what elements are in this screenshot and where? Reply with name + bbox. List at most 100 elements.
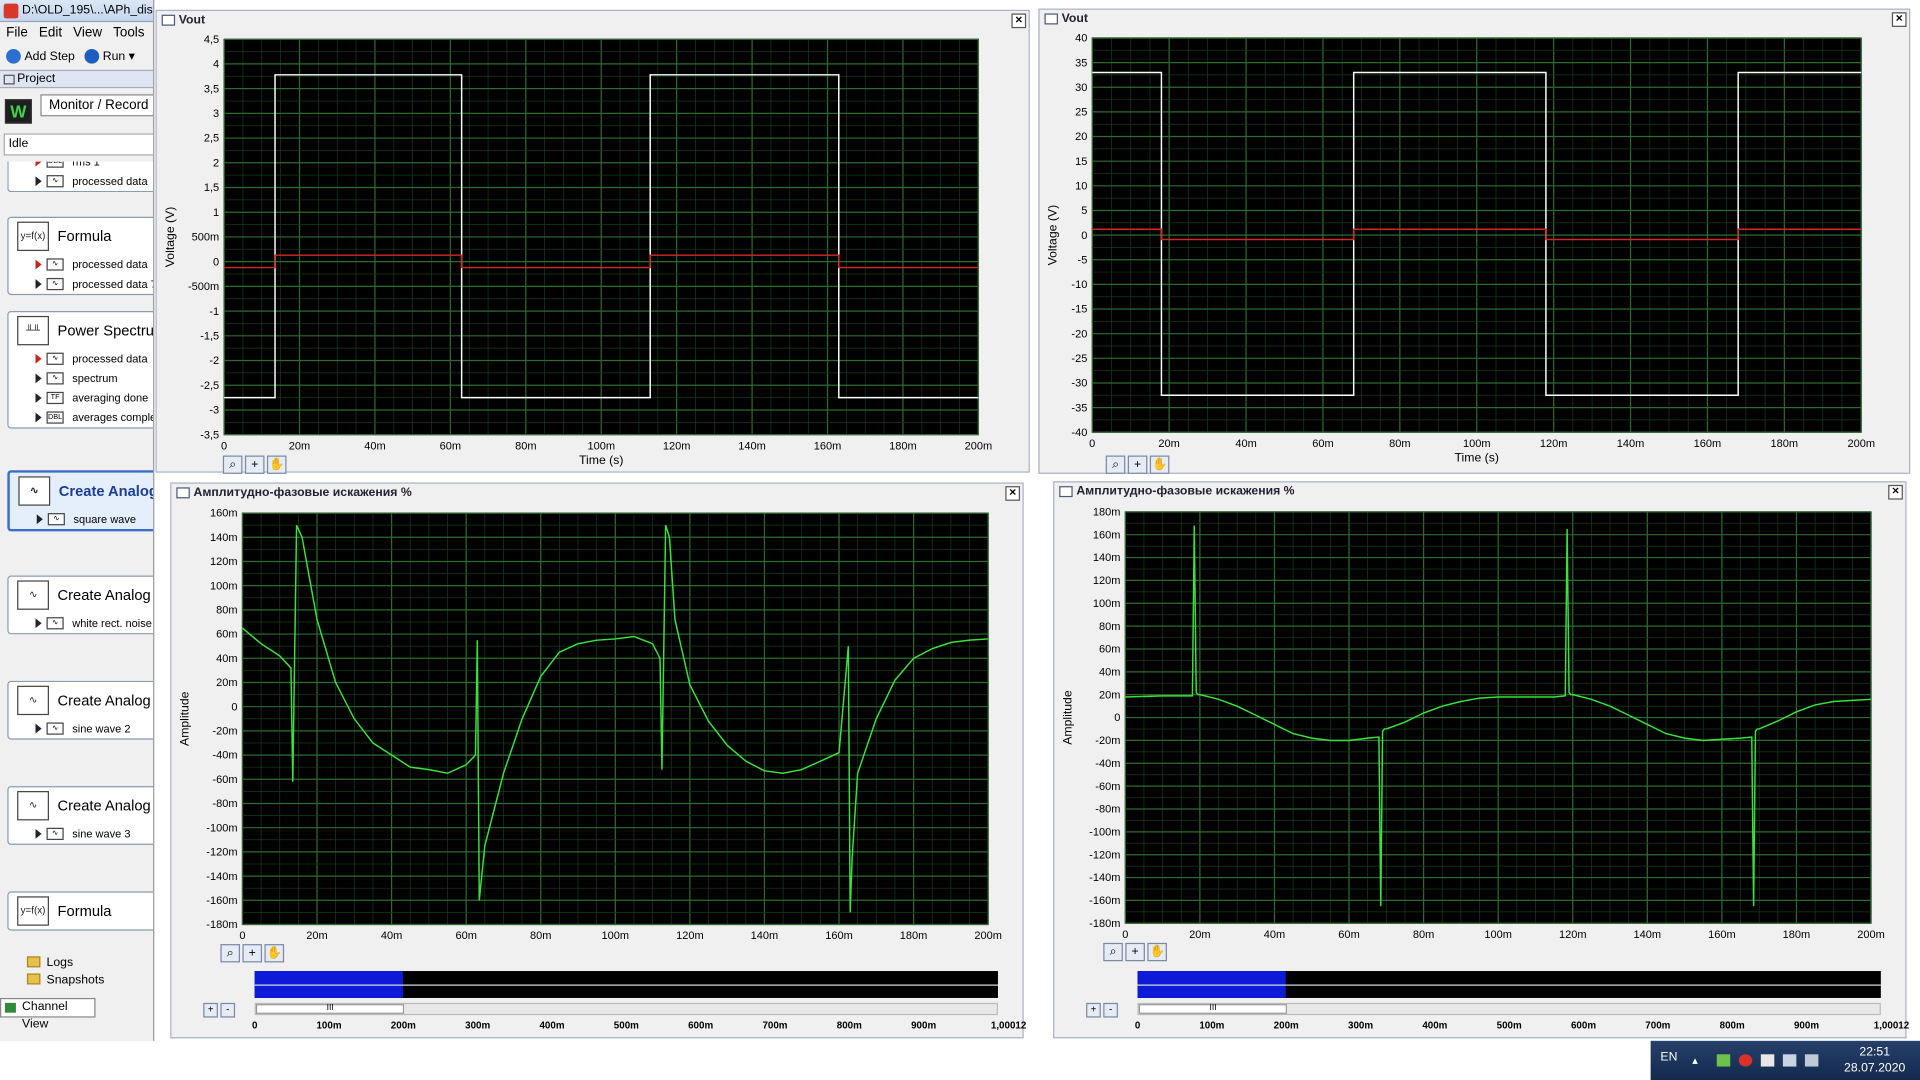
panel-header[interactable]: Амплитудно-фазовые искажения % ×: [171, 484, 1022, 504]
step-header[interactable]: ╨╨ Power Spectrum: [9, 312, 153, 349]
zoom-icon[interactable]: ⌕: [222, 455, 243, 474]
step-header[interactable]: y=f(x) Formula: [9, 218, 153, 255]
step-io-row[interactable]: ∿ sine wave 3: [9, 824, 153, 844]
window-titlebar[interactable]: D:\OLD_195\...\APh_dist: [0, 0, 154, 23]
volume-muted-icon[interactable]: [1804, 1054, 1819, 1067]
close-icon[interactable]: ×: [1891, 12, 1907, 27]
network-icon[interactable]: [1782, 1054, 1797, 1067]
scroll-thumb[interactable]: III: [255, 1004, 405, 1014]
overview-scrollbar[interactable]: III: [1137, 1002, 1881, 1016]
cursor-crosshair-icon[interactable]: +: [1127, 455, 1148, 474]
run-button[interactable]: Run: [103, 50, 125, 63]
panel-header[interactable]: Амплитудно-фазовые искажения % ×: [1054, 482, 1905, 502]
step-io-row[interactable]: ∿ processed data 7: [9, 274, 153, 294]
step-4[interactable]: ∿ Create Analog S ∿ white rect. noise: [7, 575, 154, 635]
add-step-button[interactable]: Add Step: [24, 50, 74, 63]
step-3[interactable]: ∿ Create Analog ∿ square wave: [7, 470, 154, 532]
clock[interactable]: 22:51 28.07.2020: [1832, 1044, 1918, 1076]
zoom-icon[interactable]: ⌕: [1105, 455, 1126, 474]
distortion-graph[interactable]: 0 20m 40m 60m 80m 100m 120m 140m 160m 180m 200m 180…: [1054, 503, 1907, 951]
menu-view[interactable]: View: [73, 26, 102, 41]
io-arrow-icon[interactable]: [35, 618, 42, 629]
io-arrow-icon[interactable]: [35, 353, 42, 364]
step-io-row[interactable]: ∿ processed data: [9, 349, 153, 369]
step-1[interactable]: y=f(x) Formula ∿ processed data ∿ processed d…: [7, 216, 154, 296]
logs-item[interactable]: Logs: [26, 956, 73, 970]
y-tick-label: -20m: [1095, 735, 1120, 747]
step-2[interactable]: ╨╨ Power Spectrum ∿ processed data ∿ spectrum…: [7, 311, 154, 429]
monitor-record-select[interactable]: Monitor / Record: [40, 94, 154, 117]
close-icon[interactable]: ×: [1888, 484, 1903, 500]
step-io-row[interactable]: ∿ processed data: [9, 171, 153, 191]
step-header[interactable]: ∿ Create Analog S: [9, 787, 153, 824]
zoom-icon[interactable]: ⌕: [1103, 942, 1123, 962]
vout-graph[interactable]: 0 20m 40m 60m 80m 100m 120m 140m 160m 180m 200m 4,5…: [157, 32, 1031, 474]
pan-hand-icon[interactable]: ✋: [1147, 942, 1167, 962]
pan-hand-icon[interactable]: ✋: [264, 944, 285, 963]
nvidia-icon[interactable]: [1716, 1054, 1731, 1067]
io-arrow-icon[interactable]: [35, 279, 42, 289]
zoom-out-icon[interactable]: -: [220, 1002, 236, 1018]
io-arrow-icon[interactable]: [35, 161, 42, 167]
panel-header[interactable]: Vout ×: [157, 11, 1029, 31]
x-tick-label: 180m: [1771, 438, 1799, 450]
step-io-row[interactable]: ∿ processed data: [9, 255, 153, 275]
io-arrow-icon[interactable]: [35, 828, 42, 839]
scroll-thumb[interactable]: III: [1138, 1004, 1288, 1014]
flag-icon[interactable]: [1760, 1054, 1775, 1067]
tray-expand-icon[interactable]: ▴: [1692, 1054, 1705, 1066]
step-0[interactable]: DBL rms 1 ∿ processed data: [7, 161, 154, 193]
step-header[interactable]: ∿ Create Analog S: [9, 577, 153, 614]
io-arrow-icon[interactable]: [35, 723, 42, 734]
project-header[interactable]: Project: [0, 69, 154, 89]
step-io-row[interactable]: DBL rms 1: [9, 161, 153, 172]
close-icon[interactable]: ×: [1005, 486, 1021, 501]
channel-view-tab[interactable]: Channel View: [0, 997, 96, 1031]
io-arrow-icon[interactable]: [35, 176, 42, 187]
step-6[interactable]: ∿ Create Analog S ∿ sine wave 3: [7, 786, 154, 845]
panel-header[interactable]: Vout ×: [1040, 10, 1909, 30]
step-io-row[interactable]: TF averaging done: [9, 388, 153, 408]
io-arrow-icon[interactable]: [35, 373, 42, 384]
close-icon[interactable]: ×: [1011, 13, 1027, 29]
step-7[interactable]: y=f(x) Formula: [7, 891, 154, 931]
x-axis-label: Time (s): [1455, 451, 1499, 465]
step-io-row[interactable]: DBL averages completed: [9, 408, 153, 428]
y-tick-label: 0: [1081, 230, 1087, 242]
zoom-out-icon[interactable]: -: [1103, 1002, 1118, 1018]
overview-bar[interactable]: [254, 971, 998, 998]
step-header[interactable]: y=f(x) Formula: [9, 893, 153, 930]
step-header[interactable]: ∿ Create Analog: [10, 473, 153, 510]
overview-bar[interactable]: [1137, 971, 1881, 998]
io-arrow-icon[interactable]: [35, 259, 42, 270]
menu-tools[interactable]: Tools: [113, 26, 144, 41]
snapshots-item[interactable]: Snapshots: [26, 973, 104, 987]
distortion-graph[interactable]: 0 20m 40m 60m 80m 100m 120m 140m 160m 180m 200m 160…: [171, 504, 1024, 952]
step-header[interactable]: ∿ Create Analog S: [9, 682, 153, 719]
pan-hand-icon[interactable]: ✋: [1149, 455, 1170, 474]
step-io-row[interactable]: ∿ sine wave 2: [9, 719, 153, 739]
cursor-crosshair-icon[interactable]: +: [242, 944, 263, 963]
menu-edit[interactable]: Edit: [39, 26, 62, 41]
cursor-crosshair-icon[interactable]: +: [244, 455, 265, 474]
zoom-icon[interactable]: ⌕: [220, 944, 241, 963]
vout-graph[interactable]: 0 20m 40m 60m 80m 100m 120m 140m 160m 180m 200m 40 3…: [1040, 31, 1912, 475]
overview-strip: + - III 0 100m 200m 300m 400m 500m 600m 700m 800m…: [171, 971, 1026, 1037]
zoom-in-icon[interactable]: +: [1086, 1002, 1101, 1018]
io-arrow-icon[interactable]: [35, 412, 42, 423]
io-arrow-icon[interactable]: [36, 514, 43, 525]
step-io-row[interactable]: ∿ white rect. noise: [9, 613, 153, 633]
io-arrow-icon[interactable]: [35, 393, 42, 403]
step-5[interactable]: ∿ Create Analog S ∿ sine wave 2: [7, 680, 154, 740]
run-dropdown-icon[interactable]: ▾: [125, 50, 135, 63]
pan-hand-icon[interactable]: ✋: [266, 455, 287, 474]
antivirus-icon[interactable]: [1738, 1054, 1753, 1067]
zoom-in-icon[interactable]: +: [203, 1002, 218, 1018]
step-io-row[interactable]: ∿ spectrum: [9, 369, 153, 389]
step-io-row[interactable]: ∿ square wave: [10, 509, 153, 529]
cursor-crosshair-icon[interactable]: +: [1125, 942, 1145, 962]
overview-scrollbar[interactable]: III: [254, 1002, 998, 1016]
y-tick-label: -80m: [1095, 804, 1120, 816]
menu-file[interactable]: File: [6, 26, 28, 41]
language-indicator[interactable]: EN: [1660, 1051, 1677, 1064]
